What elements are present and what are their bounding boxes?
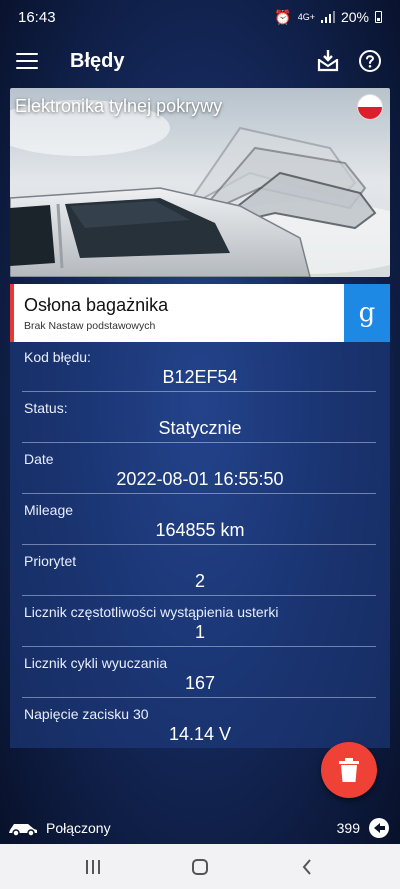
row-divider <box>22 442 376 443</box>
detail-label: Status: <box>24 400 68 416</box>
google-icon: g <box>358 298 376 328</box>
poland-flag-icon[interactable] <box>357 94 383 120</box>
detail-value: 167 <box>184 673 216 693</box>
fault-detail-row: Kod błędu: B12EF54 <box>10 342 390 393</box>
detail-label: Licznik częstotliwości wystąpienia uster… <box>24 604 279 620</box>
module-image: Elektronika tylnej pokrywy <box>10 88 390 277</box>
detail-label: Licznik cykli wyuczania <box>24 655 168 671</box>
recents-button[interactable] <box>73 847 113 887</box>
alarm-icon: ⏰ <box>274 8 292 25</box>
connection-bar: Połączony 399 <box>0 812 400 844</box>
fault-card: Osłona bagażnika Brak Nastaw podstawowyc… <box>10 284 390 748</box>
status-icons: ⏰ 4G+ 20% <box>274 9 382 26</box>
battery-percent: 20% <box>340 9 369 25</box>
detail-value: 14.14 V <box>168 724 232 744</box>
page-title: Błędy <box>70 49 125 72</box>
fault-detail-row: Priorytet 2 <box>10 546 390 597</box>
recents-icon <box>86 859 101 874</box>
connection-icon[interactable] <box>368 817 390 839</box>
row-divider <box>22 493 376 494</box>
fault-description: Brak Nastaw podstawowych <box>24 320 156 332</box>
fault-name: Osłona bagażnika <box>24 295 169 315</box>
fault-detail-row: Mileage 164855 km <box>10 495 390 546</box>
menu-icon[interactable] <box>16 53 38 69</box>
download-button[interactable] <box>314 47 342 75</box>
row-divider <box>22 595 376 596</box>
fault-header: Osłona bagażnika Brak Nastaw podstawowyc… <box>10 284 390 342</box>
fault-detail-row: Licznik częstotliwości wystąpienia uster… <box>10 597 390 648</box>
detail-label: Priorytet <box>24 553 77 569</box>
back-button[interactable] <box>287 847 327 887</box>
detail-label: Date <box>24 451 54 467</box>
detail-value: Statycznie <box>158 418 242 438</box>
help-button[interactable] <box>356 47 384 75</box>
row-divider <box>22 697 376 698</box>
trash-icon <box>339 758 359 782</box>
help-icon <box>359 50 381 72</box>
row-divider <box>22 544 376 545</box>
signal-icon <box>320 11 335 23</box>
app-bar: Błędy <box>0 34 400 88</box>
system-nav-bar <box>0 844 400 889</box>
status-bar: 16:43 ⏰ 4G+ 20% <box>0 0 400 34</box>
network-type: 4G+ <box>297 12 315 22</box>
module-title: Elektronika tylnej pokrywy <box>15 96 223 116</box>
detail-value: 2022-08-01 16:55:50 <box>116 469 284 489</box>
detail-value: B12EF54 <box>162 367 238 387</box>
delete-button[interactable] <box>321 742 377 798</box>
detail-label: Kod błędu: <box>24 349 91 365</box>
row-divider <box>22 391 376 392</box>
home-button[interactable] <box>180 847 220 887</box>
battery-icon <box>375 11 382 23</box>
back-icon <box>302 858 311 875</box>
download-icon <box>317 50 339 72</box>
fault-details-list: Kod błędu: B12EF54 Status: Statycznie Date 20… <box>10 342 390 750</box>
home-icon <box>191 858 208 875</box>
detail-label: Napięcie zacisku 30 <box>24 706 149 722</box>
message-counter: 399 <box>336 820 360 836</box>
detail-value: 164855 km <box>155 520 245 540</box>
connection-status: Połączony <box>46 820 111 836</box>
fault-detail-row: Napięcie zacisku 30 14.14 V <box>10 699 390 750</box>
fault-detail-row: Date 2022-08-01 16:55:50 <box>10 444 390 495</box>
detail-label: Mileage <box>24 502 74 518</box>
fault-detail-row: Status: Statycznie <box>10 393 390 444</box>
row-divider <box>22 646 376 647</box>
detail-value: 1 <box>194 622 205 642</box>
detail-value: 2 <box>194 571 205 591</box>
google-search-button[interactable]: g <box>344 284 390 342</box>
status-time: 16:43 <box>18 8 56 26</box>
car-icon <box>9 824 37 836</box>
fault-detail-row: Licznik cykli wyuczania 167 <box>10 648 390 699</box>
